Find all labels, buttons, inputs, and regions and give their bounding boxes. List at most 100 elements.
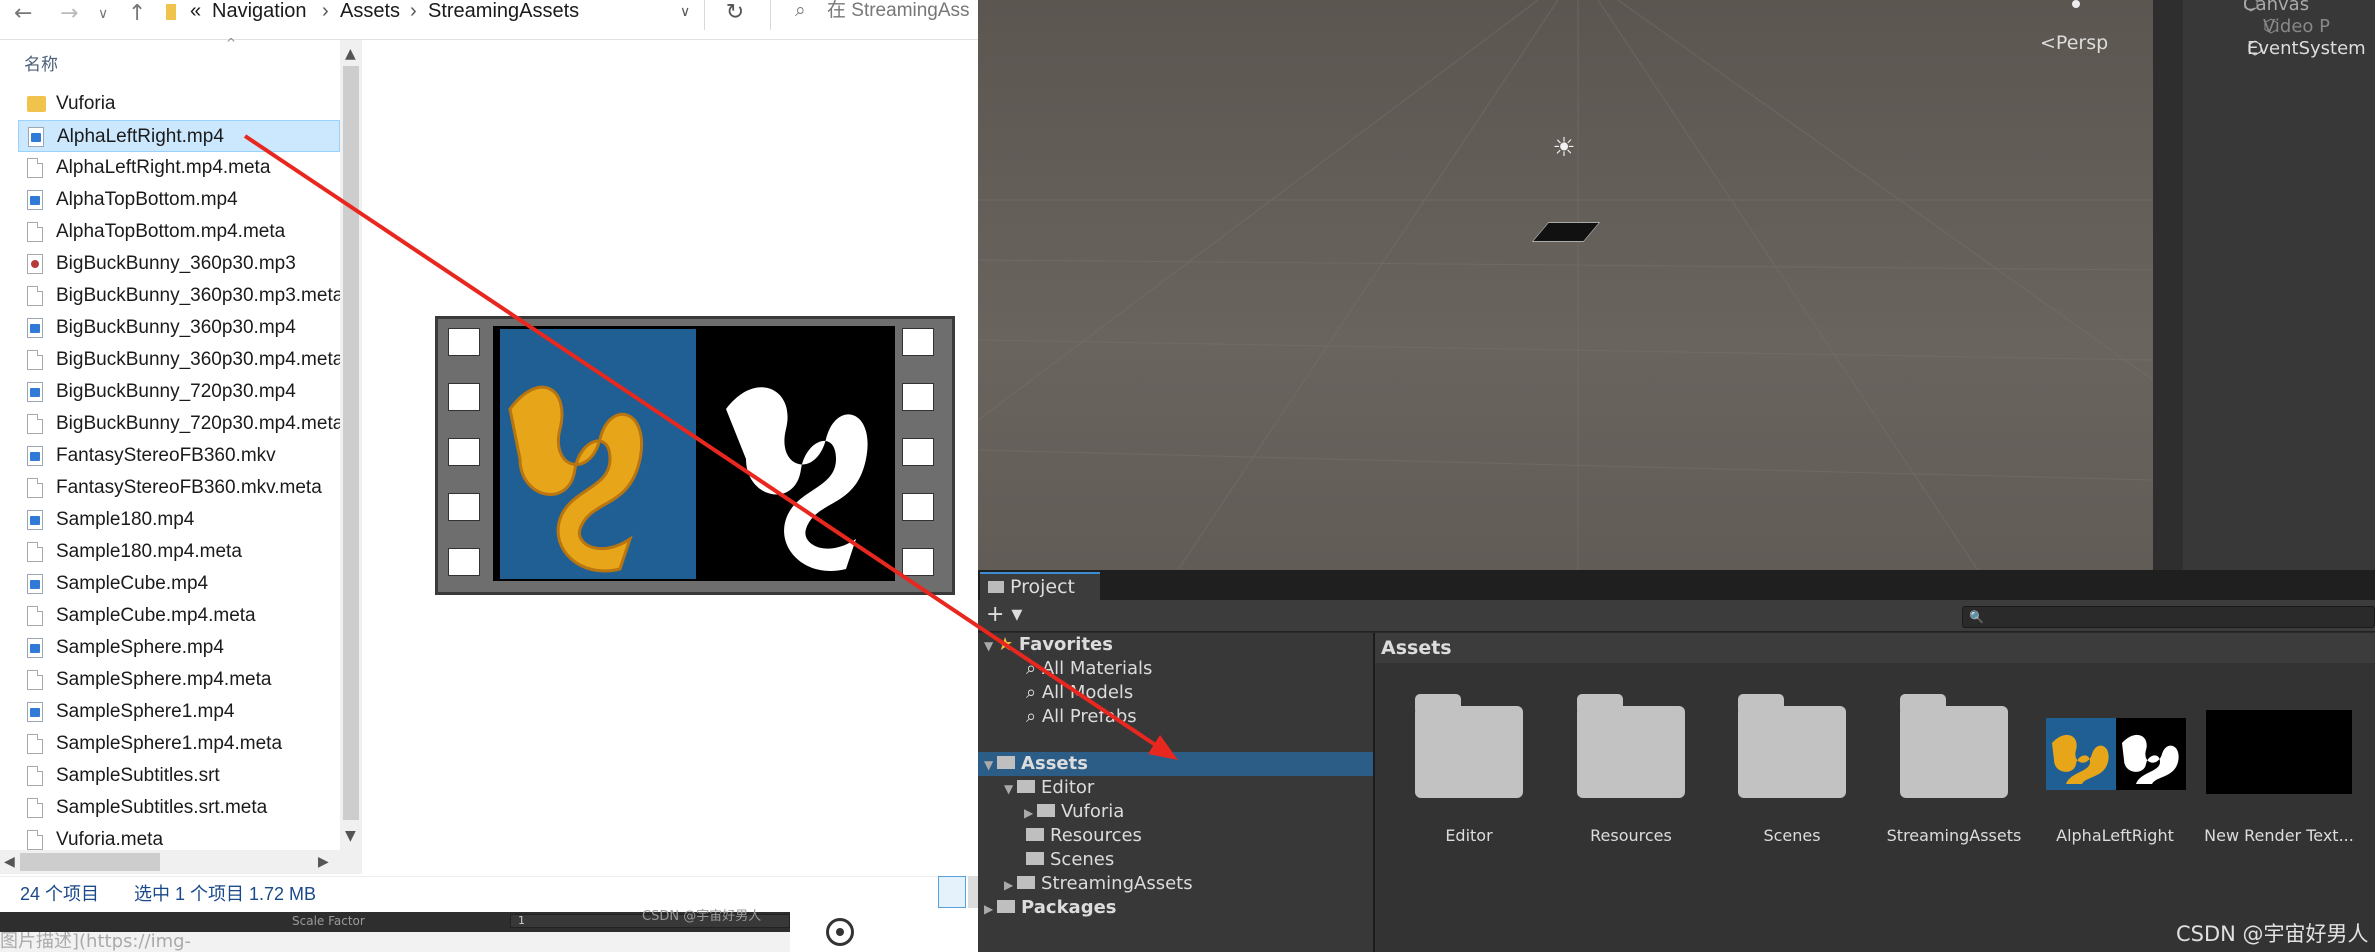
document-icon (27, 542, 43, 562)
breadcrumb[interactable]: « Navigation › Assets › StreamingAssets … (160, 0, 705, 30)
tree-packages[interactable]: ▶ Packages (984, 896, 1117, 920)
file-row[interactable]: Sample180.mp4 (18, 504, 340, 536)
sun-light-icon[interactable]: ☀ (1552, 135, 1576, 161)
file-name: SampleCube.mp4 (56, 573, 209, 594)
file-name: BigBuckBunny_360p30.mp3 (56, 253, 296, 274)
item-count: 24 个项目 (20, 884, 100, 904)
file-row[interactable]: AlphaLeftRight.mp4.meta (18, 152, 340, 184)
file-name: FantasyStereoFB360.mkv.meta (56, 477, 322, 498)
dragon-gold-thumb (2052, 734, 2109, 784)
file-row[interactable]: SampleCube.mp4 (18, 568, 340, 600)
file-row[interactable]: AlphaTopBottom.mp4.meta (18, 216, 340, 248)
file-row[interactable]: Sample180.mp4.meta (18, 536, 340, 568)
scroll-right-icon[interactable]: ▶ (318, 854, 329, 870)
scrollbar-thumb[interactable] (20, 853, 160, 871)
file-row[interactable]: SampleCube.mp4.meta (18, 600, 340, 632)
file-row[interactable]: SampleSphere.mp4 (18, 632, 340, 664)
refresh-icon[interactable]: ↻ (715, 0, 755, 30)
document-icon (27, 606, 43, 626)
file-row[interactable]: Vuforia.meta (18, 824, 340, 850)
file-row[interactable]: Vuforia (18, 88, 340, 120)
chevron-down-icon[interactable]: ∨ (98, 0, 108, 30)
file-row[interactable]: AlphaLeftRight.mp4 (18, 120, 340, 152)
file-name: AlphaTopBottom.mp4.meta (56, 221, 286, 242)
tree-label: All Prefabs (1041, 706, 1137, 727)
tree-item-all-prefabs[interactable]: ⌕ All Prefabs (1026, 705, 1137, 729)
document-icon (27, 478, 43, 498)
hierarchy-panel: ⬡ Canvas ⬡ Video P ⬡ EventSystem (2183, 0, 2375, 570)
tree-label: Scenes (1050, 849, 1115, 870)
render-texture-thumbnail[interactable] (2206, 710, 2352, 794)
file-row[interactable]: SampleSubtitles.srt.meta (18, 792, 340, 824)
back-icon[interactable]: ← (14, 0, 32, 30)
tree-scenes[interactable]: Scenes (1026, 848, 1114, 872)
forward-icon[interactable]: → (60, 0, 78, 30)
column-header-name[interactable]: 名称 (24, 50, 58, 75)
scroll-down-icon[interactable]: ▼ (345, 828, 356, 844)
search-icon: ⌕ (1026, 682, 1042, 703)
persp-label[interactable]: <Persp (2040, 32, 2108, 54)
folder-icon[interactable] (1577, 694, 1685, 798)
tab-project[interactable]: Project (980, 572, 1100, 600)
file-row[interactable]: SampleSphere.mp4.meta (18, 664, 340, 696)
scroll-left-icon[interactable]: ◀ (4, 854, 15, 870)
file-row[interactable]: BigBuckBunny_360p30.mp3 (18, 248, 340, 280)
project-search-input[interactable]: 🔍 (1962, 606, 2375, 628)
chevron-down-icon[interactable]: ∨ (680, 0, 690, 22)
search-icon: 🔍 (1969, 610, 1984, 624)
tree-streamingassets[interactable]: ▶ StreamingAssets (1004, 872, 1193, 896)
tree-resources[interactable]: Resources (1026, 824, 1142, 848)
scroll-up-icon[interactable]: ▲ (345, 46, 356, 62)
up-icon[interactable]: ↑ (128, 0, 146, 30)
locate-icon[interactable] (826, 918, 854, 946)
breadcrumb-item-assets[interactable]: Assets (340, 0, 400, 22)
folder-icon (997, 756, 1016, 769)
file-row[interactable]: SampleSphere1.mp4 (18, 696, 340, 728)
details-view-icon[interactable] (938, 876, 966, 908)
file-row[interactable]: BigBuckBunny_360p30.mp3.meta (18, 280, 340, 312)
file-name: BigBuckBunny_360p30.mp3.meta (56, 285, 340, 306)
breadcrumb-item-navigation[interactable]: Navigation (212, 0, 307, 22)
file-row[interactable]: BigBuckBunny_720p30.mp4.meta (18, 408, 340, 440)
breadcrumb-item-streamingassets[interactable]: StreamingAssets (428, 0, 579, 22)
film-hole (448, 493, 480, 521)
tree-assets[interactable]: ▼ Assets (984, 752, 1088, 776)
video-file-icon (27, 638, 43, 658)
large-icons-view-icon[interactable] (968, 876, 978, 908)
file-row[interactable]: SampleSphere1.mp4.meta (18, 728, 340, 760)
folder-icon[interactable] (1415, 694, 1523, 798)
scene-view[interactable] (978, 0, 2153, 570)
assets-header-label: Assets (1381, 637, 1452, 659)
document-icon (27, 414, 43, 434)
folder-icon[interactable] (1900, 694, 2008, 798)
file-row[interactable]: BigBuckBunny_360p30.mp4.meta (18, 344, 340, 376)
file-row[interactable]: FantasyStereoFB360.mkv (18, 440, 340, 472)
file-row[interactable]: BigBuckBunny_720p30.mp4 (18, 376, 340, 408)
tree-item-all-models[interactable]: ⌕ All Models (1026, 681, 1133, 705)
alpha-mask-thumbnail[interactable] (2116, 718, 2186, 790)
file-row[interactable]: AlphaTopBottom.mp4 (18, 184, 340, 216)
scrollbar-thumb[interactable] (343, 66, 359, 820)
file-row[interactable]: BigBuckBunny_360p30.mp4 (18, 312, 340, 344)
tree-label: Packages (1021, 897, 1117, 918)
tree-editor[interactable]: ▼ Editor (1004, 776, 1094, 800)
file-name: Vuforia.meta (56, 829, 164, 850)
video-file-icon (27, 190, 43, 210)
alphaleftright-thumbnail[interactable] (2046, 718, 2116, 790)
file-row[interactable]: FantasyStereoFB360.mkv.meta (18, 472, 340, 504)
tree-item-all-materials[interactable]: ⌕ All Materials (1026, 657, 1152, 681)
audio-file-icon (27, 254, 43, 274)
create-button[interactable]: + ▾ (986, 602, 1022, 627)
tree-favorites[interactable]: ▼ ★ Favorites (984, 633, 1113, 657)
star-icon: ★ (997, 634, 1014, 655)
tree-vuforia[interactable]: ▶ Vuforia (1024, 800, 1124, 824)
file-name: AlphaLeftRight.mp4.meta (56, 157, 271, 178)
file-row[interactable]: SampleSubtitles.srt (18, 760, 340, 792)
file-name: SampleSphere1.mp4 (56, 701, 235, 722)
breadcrumb-overflow[interactable]: « (190, 0, 201, 22)
folder-icon[interactable] (1738, 694, 1846, 798)
assets-header: Assets (1375, 633, 2375, 663)
search-input[interactable]: ⌕ 在 StreamingAss (770, 0, 978, 30)
asset-label-streamingassets: StreamingAssets (1886, 826, 2022, 845)
chevron-right-icon: › (322, 0, 329, 22)
